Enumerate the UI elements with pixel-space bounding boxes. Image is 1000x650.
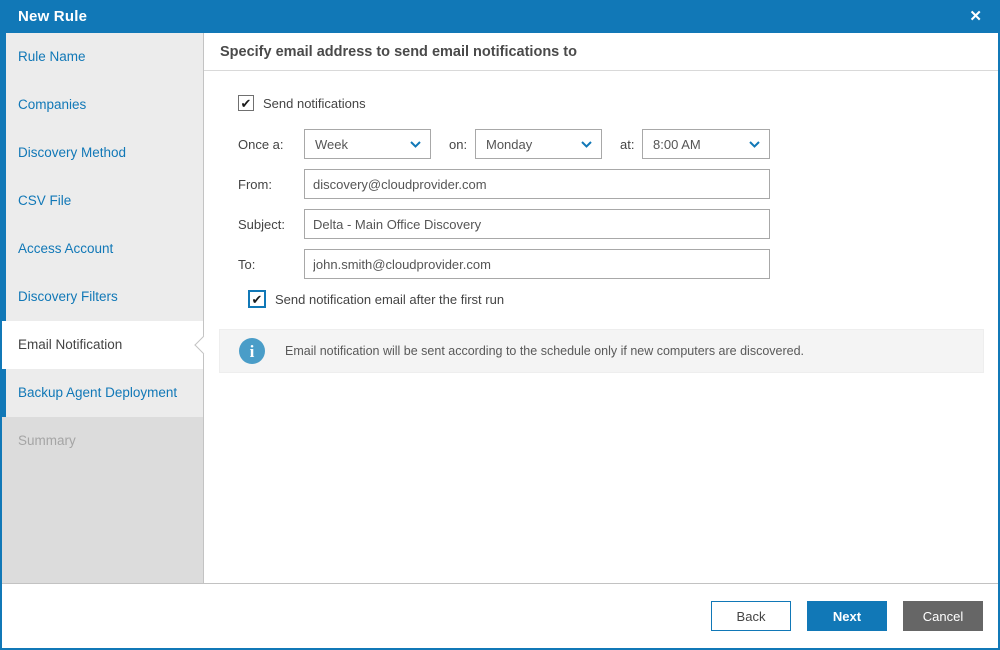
at-label: at: [620, 137, 642, 152]
sidebar-item-csv-file[interactable]: CSV File [2, 177, 203, 225]
footer-bar: Back Next Cancel [2, 583, 998, 648]
cancel-button[interactable]: Cancel [903, 601, 983, 631]
send-notifications-checkbox[interactable]: ✔ [238, 95, 254, 111]
sidebar-item-backup-agent-deployment[interactable]: Backup Agent Deployment [2, 369, 203, 417]
from-row: From: [238, 169, 770, 199]
time-select[interactable]: 8:00 AM [642, 129, 770, 159]
sidebar-item-email-notification[interactable]: Email Notification [2, 321, 203, 369]
title-bar: New Rule ✕ [2, 0, 998, 33]
info-message: Email notification will be sent accordin… [285, 344, 804, 358]
to-label: To: [238, 257, 304, 272]
once-a-label: Once a: [238, 137, 304, 152]
on-label: on: [449, 137, 475, 152]
sidebar-item-companies[interactable]: Companies [2, 81, 203, 129]
dialog-title: New Rule [18, 8, 87, 25]
schedule-row: Once a: Week on: Monday at: 8:00 AM [238, 129, 770, 159]
to-input[interactable] [304, 249, 770, 279]
wizard-steps-sidebar: Rule Name Companies Discovery Method CSV… [2, 33, 204, 583]
send-notifications-label: Send notifications [263, 96, 366, 111]
check-icon: ✔ [241, 97, 252, 110]
first-run-label: Send notification email after the first … [275, 292, 504, 307]
sidebar-item-summary: Summary [2, 417, 203, 583]
sidebar-item-rule-name[interactable]: Rule Name [2, 33, 203, 81]
subject-label: Subject: [238, 217, 304, 232]
step-heading: Specify email address to send email noti… [204, 33, 998, 71]
subject-row: Subject: [238, 209, 770, 239]
frequency-select[interactable]: Week [304, 129, 431, 159]
chevron-down-icon [410, 141, 421, 148]
first-run-row: ✔ Send notification email after the firs… [248, 290, 504, 308]
subject-input[interactable] [304, 209, 770, 239]
day-value: Monday [486, 137, 532, 152]
sidebar-item-access-account[interactable]: Access Account [2, 225, 203, 273]
new-rule-dialog: New Rule ✕ Rule Name Companies Discovery… [0, 0, 1000, 650]
frequency-value: Week [315, 137, 348, 152]
next-button[interactable]: Next [807, 601, 887, 631]
sidebar-item-discovery-method[interactable]: Discovery Method [2, 129, 203, 177]
time-value: 8:00 AM [653, 137, 701, 152]
close-icon[interactable]: ✕ [969, 9, 982, 24]
dialog-body: Rule Name Companies Discovery Method CSV… [2, 33, 998, 583]
chevron-down-icon [581, 141, 592, 148]
to-row: To: [238, 249, 770, 279]
check-icon: ✔ [252, 293, 263, 306]
info-icon: i [239, 338, 265, 364]
info-banner: i Email notification will be sent accord… [219, 329, 984, 373]
from-label: From: [238, 177, 304, 192]
day-select[interactable]: Monday [475, 129, 602, 159]
send-notifications-row: ✔ Send notifications [238, 95, 366, 111]
step-content: Specify email address to send email noti… [204, 33, 998, 583]
back-button[interactable]: Back [711, 601, 791, 631]
chevron-down-icon [749, 141, 760, 148]
first-run-checkbox[interactable]: ✔ [248, 290, 266, 308]
sidebar-item-discovery-filters[interactable]: Discovery Filters [2, 273, 203, 321]
from-input[interactable] [304, 169, 770, 199]
